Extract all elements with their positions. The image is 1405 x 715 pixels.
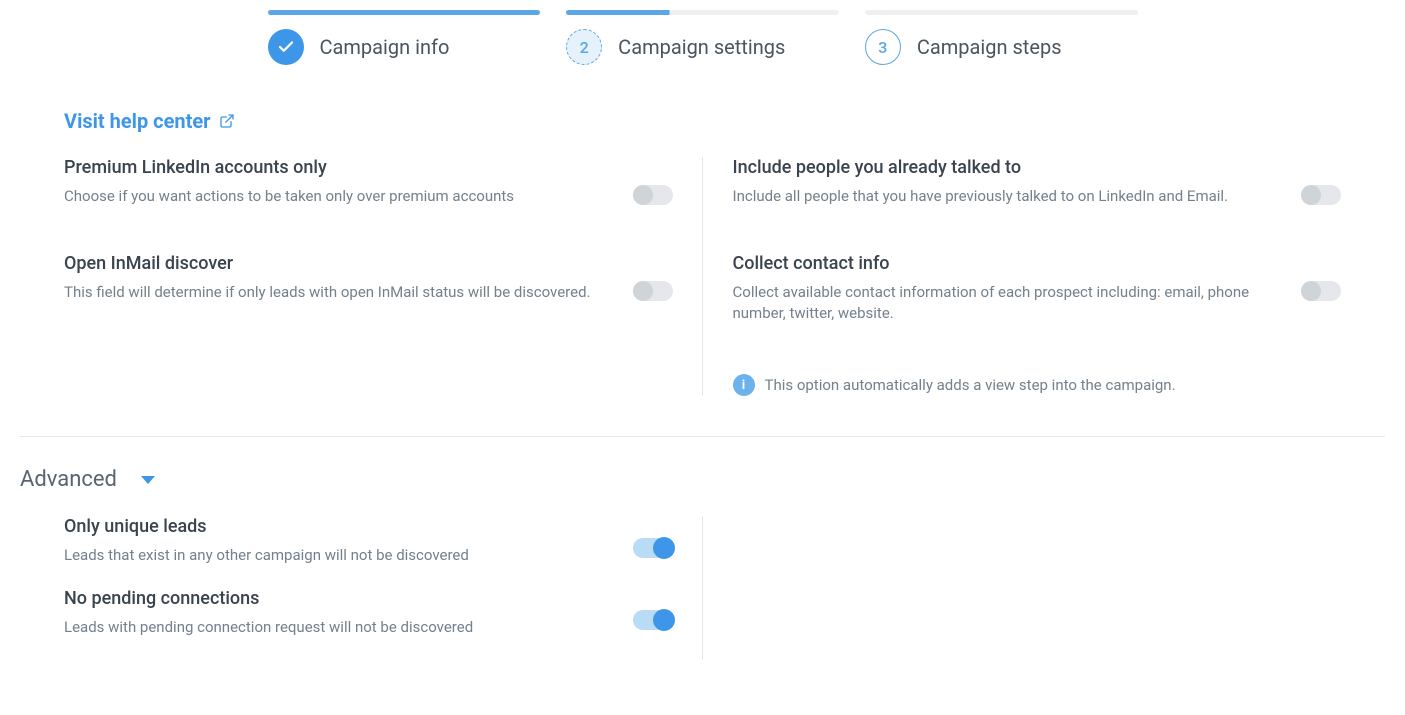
setting-title: Only unique leads — [64, 516, 613, 537]
step-circle-completed — [268, 29, 304, 65]
toggle-unique-leads[interactable] — [633, 538, 673, 558]
step-circle-active: 2 — [566, 29, 602, 65]
help-center-link[interactable]: Visit help center — [64, 109, 235, 133]
settings-col-left: Premium LinkedIn accounts only Choose if… — [64, 157, 673, 396]
info-note-row: i This option automatically adds a view … — [733, 370, 1342, 396]
toggle-knob — [633, 185, 653, 205]
toggle-knob — [653, 609, 675, 631]
setting-text: No pending connections Leads with pendin… — [64, 588, 613, 638]
setting-text: Collect contact info Collect available c… — [733, 253, 1282, 324]
advanced-heading: Advanced — [20, 467, 117, 492]
setting-desc: Include all people that you have previou… — [733, 186, 1282, 207]
stepper: Campaign info 2 Campaign settings 3 Camp… — [268, 10, 1138, 65]
settings-grid: Premium LinkedIn accounts only Choose if… — [20, 157, 1385, 396]
step-label: Campaign steps — [917, 35, 1062, 59]
toggle-open-inmail[interactable] — [633, 281, 673, 301]
setting-collect-contact: Collect contact info Collect available c… — [733, 253, 1342, 370]
settings-col-right: Include people you already talked to Inc… — [733, 157, 1342, 396]
toggle-include-talked[interactable] — [1301, 185, 1341, 205]
toggle-knob — [653, 537, 675, 559]
setting-open-inmail: Open InMail discover This field will det… — [64, 253, 673, 315]
toggle-knob — [1301, 185, 1321, 205]
setting-text: Premium LinkedIn accounts only Choose if… — [64, 157, 613, 207]
step-label: Campaign info — [320, 35, 450, 59]
setting-unique-leads: Only unique leads Leads that exist in an… — [64, 516, 673, 588]
chevron-down-icon — [141, 476, 155, 484]
setting-include-talked: Include people you already talked to Inc… — [733, 157, 1342, 253]
section-divider — [20, 436, 1385, 437]
step-row: 3 Campaign steps — [865, 29, 1138, 65]
advanced-section-toggle[interactable]: Advanced — [20, 467, 155, 516]
setting-desc: Collect available contact information of… — [733, 282, 1282, 324]
info-icon: i — [733, 374, 755, 396]
setting-title: Include people you already talked to — [733, 157, 1282, 178]
check-icon — [277, 38, 295, 56]
setting-title: Collect contact info — [733, 253, 1282, 274]
setting-text: Open InMail discover This field will det… — [64, 253, 613, 303]
external-link-icon — [219, 113, 235, 129]
step-label: Campaign settings — [618, 35, 785, 59]
setting-desc: Leads that exist in any other campaign w… — [64, 545, 613, 566]
step-progress-bar — [865, 10, 1138, 15]
setting-text: Only unique leads Leads that exist in an… — [64, 516, 613, 566]
campaign-wizard-page: Campaign info 2 Campaign settings 3 Camp… — [0, 0, 1405, 690]
toggle-collect-contact[interactable] — [1301, 281, 1341, 301]
setting-desc: Choose if you want actions to be taken o… — [64, 186, 613, 207]
setting-desc: Leads with pending connection request wi… — [64, 617, 613, 638]
setting-title: Premium LinkedIn accounts only — [64, 157, 613, 178]
info-note-text: This option automatically adds a view st… — [765, 376, 1176, 394]
step-campaign-steps[interactable]: 3 Campaign steps — [865, 10, 1138, 65]
step-row: Campaign info — [268, 29, 541, 65]
advanced-col-left: Only unique leads Leads that exist in an… — [64, 516, 673, 660]
step-progress-bar — [268, 10, 541, 15]
step-progress-bar — [566, 10, 839, 15]
toggle-knob — [633, 281, 653, 301]
step-row: 2 Campaign settings — [566, 29, 839, 65]
setting-text: Include people you already talked to Inc… — [733, 157, 1282, 207]
help-center-label: Visit help center — [64, 109, 211, 133]
setting-no-pending: No pending connections Leads with pendin… — [64, 588, 673, 660]
setting-desc: This field will determine if only leads … — [64, 282, 613, 303]
step-campaign-info[interactable]: Campaign info — [268, 10, 541, 65]
advanced-grid: Only unique leads Leads that exist in an… — [20, 516, 1385, 660]
toggle-no-pending[interactable] — [633, 610, 673, 630]
step-circle-upcoming: 3 — [865, 29, 901, 65]
advanced-col-right — [733, 516, 1342, 660]
setting-title: Open InMail discover — [64, 253, 613, 274]
setting-premium-only: Premium LinkedIn accounts only Choose if… — [64, 157, 673, 253]
step-campaign-settings[interactable]: 2 Campaign settings — [566, 10, 839, 65]
toggle-knob — [1301, 281, 1321, 301]
setting-title: No pending connections — [64, 588, 613, 609]
toggle-premium-only[interactable] — [633, 185, 673, 205]
